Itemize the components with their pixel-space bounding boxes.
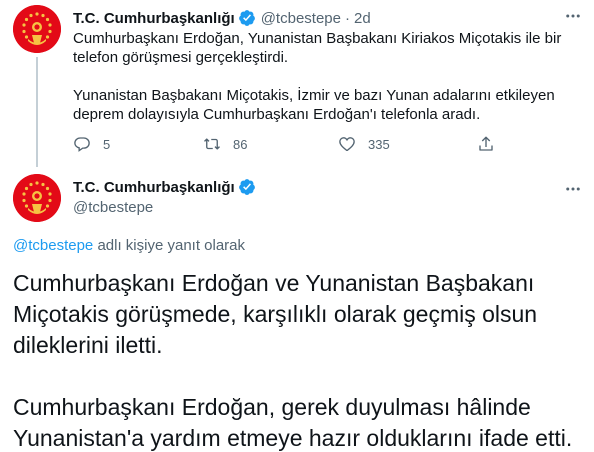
presidential-seal-icon [13, 174, 61, 222]
share-button[interactable] [477, 133, 495, 155]
tweet-text-line: Cumhurbaşkanı Erdoğan ve Yunanistan Başb… [13, 270, 535, 296]
verified-badge-icon [238, 9, 256, 27]
retweet-count: 86 [233, 136, 248, 152]
presidential-seal-icon [13, 5, 61, 53]
verified-badge-icon [238, 178, 256, 196]
tweet-parent[interactable]: T.C. Cumhurbaşkanlığı @tcbestepe · 2d Cu… [0, 0, 594, 167]
like-button[interactable]: 335 [338, 133, 390, 155]
tweet-text-line: Cumhurbaşkanı Erdoğan, Yunanistan Başbak… [73, 30, 562, 47]
timestamp[interactable]: 2d [354, 10, 371, 27]
tweet-text: Cumhurbaşkanı Erdoğan ve Yunanistan Başb… [13, 268, 588, 452]
tweet-text-line: dileklerini iletti. [13, 332, 163, 358]
like-count: 335 [368, 136, 390, 152]
avatar[interactable] [13, 5, 61, 53]
display-name[interactable]: T.C. Cumhurbaşkanlığı [73, 10, 235, 27]
tweet-text-line: Cumhurbaşkanı Erdoğan, gerek duyulması h… [13, 394, 531, 420]
tweet-actions: 5 86 335 [73, 133, 503, 155]
tweet-text-line: telefon görüşmesi gerçekleştirdi. [73, 49, 289, 66]
display-name[interactable]: T.C. Cumhurbaşkanlığı [73, 179, 235, 196]
heart-icon [339, 137, 355, 152]
avatar[interactable] [13, 174, 61, 222]
tweet-text: Cumhurbaşkanı Erdoğan, Yunanistan Başbak… [73, 29, 573, 124]
tweet-header: T.C. Cumhurbaşkanlığı @tcbestepe · 2d [73, 8, 371, 28]
thread-line [36, 57, 38, 167]
tweet-text-line: deprem dolayısıyla Cumhurbaşkanı Erdoğan… [73, 106, 481, 123]
more-icon [566, 14, 580, 18]
user-handle[interactable]: @tcbestepe [73, 199, 153, 216]
reply-icon [74, 137, 90, 152]
replying-to-label: adlı kişiye yanıt olarak [93, 237, 246, 254]
more-options-button[interactable] [562, 178, 584, 200]
tweet-text-line: Yunanistan'a yardım etmeye hazır oldukla… [13, 425, 573, 451]
mention-link[interactable]: @tcbestepe [13, 237, 93, 254]
replying-to: @tcbestepe adlı kişiye yanıt olarak [13, 237, 245, 254]
tweet-text-line: Yunanistan Başbakanı Miçotakis, İzmir ve… [73, 87, 555, 104]
separator-dot: · [344, 9, 350, 27]
user-handle[interactable]: @tcbestepe [261, 10, 341, 27]
reply-count: 5 [103, 136, 111, 152]
more-options-button[interactable] [562, 5, 584, 27]
retweet-icon [204, 138, 220, 150]
reply-button[interactable]: 5 [73, 133, 110, 155]
tweet-header: T.C. Cumhurbaşkanlığı [73, 178, 256, 196]
tweet-text-line: Miçotakis görüşmede, karşılıklı olarak g… [13, 301, 538, 327]
share-icon [479, 136, 493, 151]
retweet-button[interactable]: 86 [203, 133, 247, 155]
more-icon [566, 187, 580, 191]
